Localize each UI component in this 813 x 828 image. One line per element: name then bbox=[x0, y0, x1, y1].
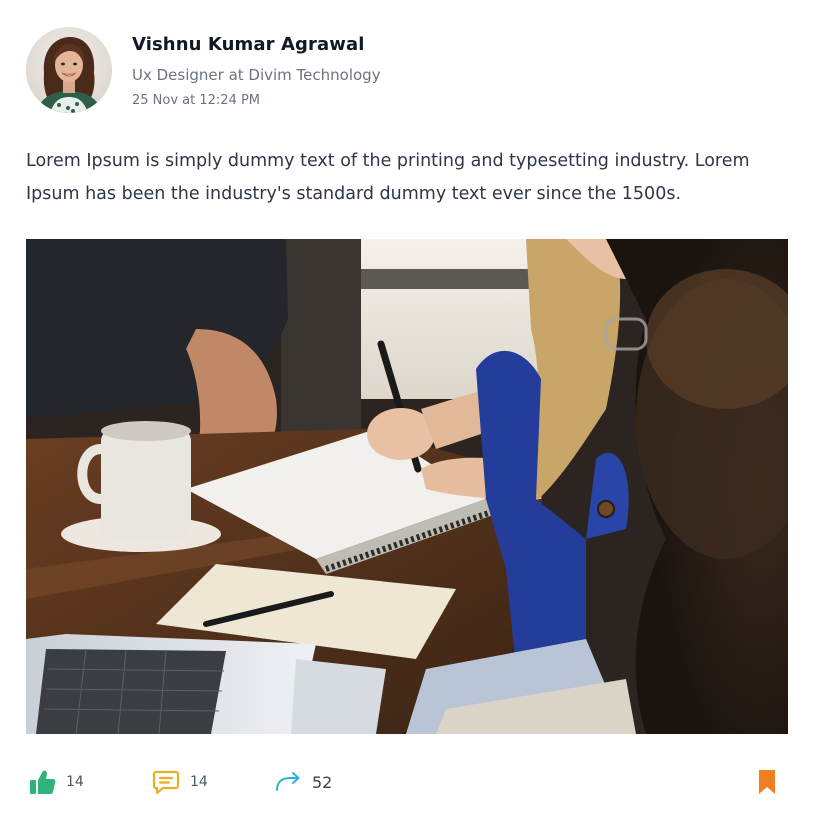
share-arrow-icon bbox=[276, 772, 300, 791]
comment-count: 14 bbox=[190, 774, 208, 790]
author-title: Ux Designer at Divim Technology bbox=[132, 66, 381, 84]
post-image[interactable] bbox=[26, 239, 788, 734]
share-button[interactable]: 52 bbox=[274, 764, 332, 800]
bookmark-icon bbox=[759, 770, 775, 794]
post-body: Lorem Ipsum is simply dummy text of the … bbox=[26, 151, 750, 204]
post-actions: 14 14 52 bbox=[26, 764, 788, 800]
team-meeting-photo-icon bbox=[26, 239, 788, 734]
share-count: 52 bbox=[312, 772, 333, 792]
author-name[interactable]: Vishnu Kumar Agrawal bbox=[132, 34, 364, 55]
bookmark-button[interactable] bbox=[756, 764, 778, 800]
post-card: Vishnu Kumar Agrawal Ux Designer at Divi… bbox=[0, 0, 813, 828]
like-button[interactable]: 14 bbox=[28, 764, 84, 800]
comment-icon bbox=[152, 770, 180, 795]
post-timestamp: 25 Nov at 12:24 PM bbox=[132, 93, 261, 108]
like-count: 14 bbox=[66, 774, 84, 790]
thumbs-up-icon bbox=[30, 770, 56, 794]
post-header: Vishnu Kumar Agrawal Ux Designer at Divi… bbox=[26, 27, 786, 117]
avatar[interactable] bbox=[26, 27, 112, 113]
comment-button[interactable]: 14 bbox=[152, 764, 208, 800]
profile-photo-icon bbox=[26, 27, 112, 113]
